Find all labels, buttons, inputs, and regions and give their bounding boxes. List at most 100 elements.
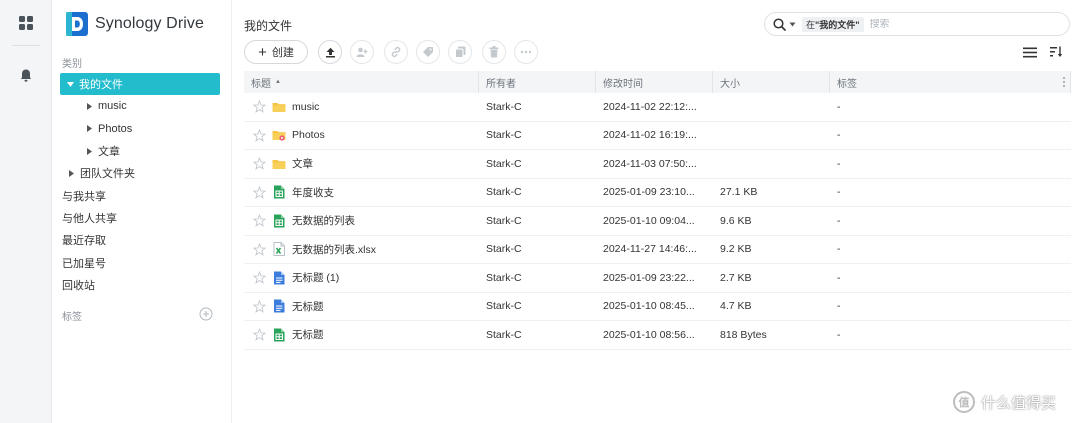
- sort-icon: [1049, 46, 1062, 57]
- cell-title[interactable]: 文章: [244, 150, 479, 178]
- sidebar-item-shared-with-me[interactable]: 与我共享: [60, 185, 220, 207]
- cell-owner: Stark-C: [479, 179, 596, 207]
- table-row[interactable]: 无标题 Stark-C 2025-01-10 08:45... 4.7 KB -: [244, 293, 1071, 321]
- table-row[interactable]: 年度收支 Stark-C 2025-01-09 23:10... 27.1 KB -: [244, 179, 1071, 207]
- column-header-label: 修改时间: [603, 78, 643, 90]
- column-header-title[interactable]: 标题 ▲: [244, 71, 479, 93]
- star-icon[interactable]: [253, 299, 266, 313]
- caret-right-icon[interactable]: [84, 101, 94, 111]
- create-button[interactable]: + 创建: [244, 40, 308, 64]
- table-row[interactable]: Photos Stark-C 2024-11-02 16:19:... -: [244, 122, 1071, 150]
- column-header-modified[interactable]: 修改时间: [596, 71, 713, 93]
- sidebar-item-starred[interactable]: 已加星号: [60, 252, 220, 274]
- owner: Stark-C: [486, 214, 522, 227]
- search-input[interactable]: [869, 18, 1020, 30]
- search-scope-name: "我的文件": [815, 19, 860, 30]
- sidebar-item-label: 回收站: [62, 280, 95, 292]
- cell-title[interactable]: 无数据的列表.xlsx: [244, 236, 479, 264]
- apps-grid-icon[interactable]: [0, 3, 52, 43]
- column-header-tags[interactable]: 标签: [830, 71, 1071, 93]
- table-row[interactable]: 无标题 (1) Stark-C 2025-01-09 23:22... 2.7 KB -: [244, 264, 1071, 293]
- table-row[interactable]: 文章 Stark-C 2024-11-03 07:50:... -: [244, 150, 1071, 179]
- cell-title[interactable]: music: [244, 93, 479, 121]
- search-box[interactable]: 在"我的文件": [764, 12, 1070, 36]
- app-name: Synology Drive: [95, 15, 205, 32]
- sidebar-item-recycle-bin[interactable]: 回收站: [60, 274, 220, 296]
- file-size: 4.7 KB: [720, 300, 752, 313]
- cell-title[interactable]: 无标题: [244, 321, 479, 349]
- watermark: 值 什么值得买: [953, 391, 1056, 413]
- sidebar: Synology Drive 类别 我的文件 music Photos 文章 团…: [52, 0, 232, 423]
- cell-title[interactable]: 年度收支: [244, 179, 479, 207]
- column-options-icon[interactable]: [1061, 76, 1067, 88]
- sidebar-item-label: 我的文件: [79, 79, 123, 91]
- cell-title[interactable]: Photos: [244, 122, 479, 150]
- share-user-button[interactable]: [350, 40, 374, 64]
- more-actions-button[interactable]: [514, 40, 538, 64]
- sort-button[interactable]: [1048, 44, 1064, 60]
- modified-time: 2025-01-09 23:22...: [603, 271, 695, 284]
- upload-button[interactable]: [318, 40, 342, 64]
- caret-right-icon[interactable]: [84, 124, 94, 134]
- search-icon[interactable]: [773, 17, 786, 31]
- star-icon[interactable]: [253, 185, 266, 199]
- cell-title[interactable]: 无数据的列表: [244, 207, 479, 235]
- copy-button[interactable]: [448, 40, 472, 64]
- sidebar-item-articles[interactable]: 文章: [60, 140, 220, 162]
- bell-icon[interactable]: [0, 55, 52, 95]
- caret-right-icon[interactable]: [84, 146, 94, 156]
- excel-file-icon: [273, 242, 285, 257]
- list-view-button[interactable]: [1022, 44, 1038, 60]
- spreadsheet-icon: [274, 328, 285, 342]
- star-icon[interactable]: [253, 214, 266, 228]
- cell-title[interactable]: 无标题: [244, 293, 479, 321]
- search-scope[interactable]: 在"我的文件": [802, 16, 864, 32]
- tag-value: -: [837, 300, 841, 313]
- sidebar-item-label: music: [98, 100, 127, 112]
- table-row[interactable]: 无标题 Stark-C 2025-01-10 08:56... 818 Bytes -: [244, 321, 1071, 350]
- file-name: Photos: [292, 129, 325, 142]
- cell-tags: -: [830, 236, 1071, 264]
- table-row[interactable]: music Stark-C 2024-11-02 22:12:... -: [244, 93, 1071, 122]
- sidebar-item-photos[interactable]: Photos: [60, 118, 220, 140]
- folder-icon: [272, 102, 286, 112]
- sidebar-item-music[interactable]: music: [60, 95, 220, 117]
- column-header-label: 标签: [837, 78, 857, 90]
- table-row[interactable]: 无数据的列表.xlsx Stark-C 2024-11-27 14:46:... 9.…: [244, 236, 1071, 264]
- star-icon[interactable]: [253, 242, 266, 256]
- search-scope-dropdown-icon[interactable]: [789, 22, 796, 27]
- brand: Synology Drive: [66, 12, 204, 36]
- cell-size: 818 Bytes: [713, 321, 830, 349]
- cell-modified: 2025-01-10 08:56...: [596, 321, 713, 349]
- caret-down-icon[interactable]: [65, 79, 75, 89]
- column-header-size[interactable]: 大小: [713, 71, 830, 93]
- cell-title[interactable]: 无标题 (1): [244, 264, 479, 292]
- file-name: 无标题: [292, 329, 324, 342]
- cell-modified: 2025-01-09 23:10...: [596, 179, 713, 207]
- file-name: 年度收支: [292, 186, 334, 199]
- sidebar-item-team-folders[interactable]: 团队文件夹: [60, 162, 220, 184]
- main-panel: 我的文件 在"我的文件" + 创建: [232, 0, 1080, 423]
- star-icon[interactable]: [253, 328, 266, 342]
- sidebar-item-shared-with-others[interactable]: 与他人共享: [60, 207, 220, 229]
- cell-tags: -: [830, 122, 1071, 150]
- column-header-owner[interactable]: 所有者: [479, 71, 596, 93]
- cell-owner: Stark-C: [479, 321, 596, 349]
- star-icon[interactable]: [253, 100, 266, 114]
- tag-value: -: [837, 129, 841, 142]
- cell-size: [713, 93, 830, 121]
- add-tag-icon[interactable]: [199, 307, 213, 321]
- link-button[interactable]: [384, 40, 408, 64]
- sidebar-item-label: 已加星号: [62, 257, 106, 270]
- table-row[interactable]: 无数据的列表 Stark-C 2025-01-10 09:04... 9.6 KB -: [244, 207, 1071, 236]
- caret-right-icon[interactable]: [66, 168, 76, 178]
- plus-icon: +: [258, 43, 267, 61]
- sidebar-item-recent[interactable]: 最近存取: [60, 229, 220, 251]
- tag-button[interactable]: [416, 40, 440, 64]
- star-icon[interactable]: [253, 271, 266, 285]
- star-icon[interactable]: [253, 128, 266, 142]
- sidebar-item-my-files[interactable]: 我的文件: [60, 73, 220, 95]
- link-icon: [391, 46, 401, 58]
- star-icon[interactable]: [253, 157, 266, 171]
- delete-button[interactable]: [482, 40, 506, 64]
